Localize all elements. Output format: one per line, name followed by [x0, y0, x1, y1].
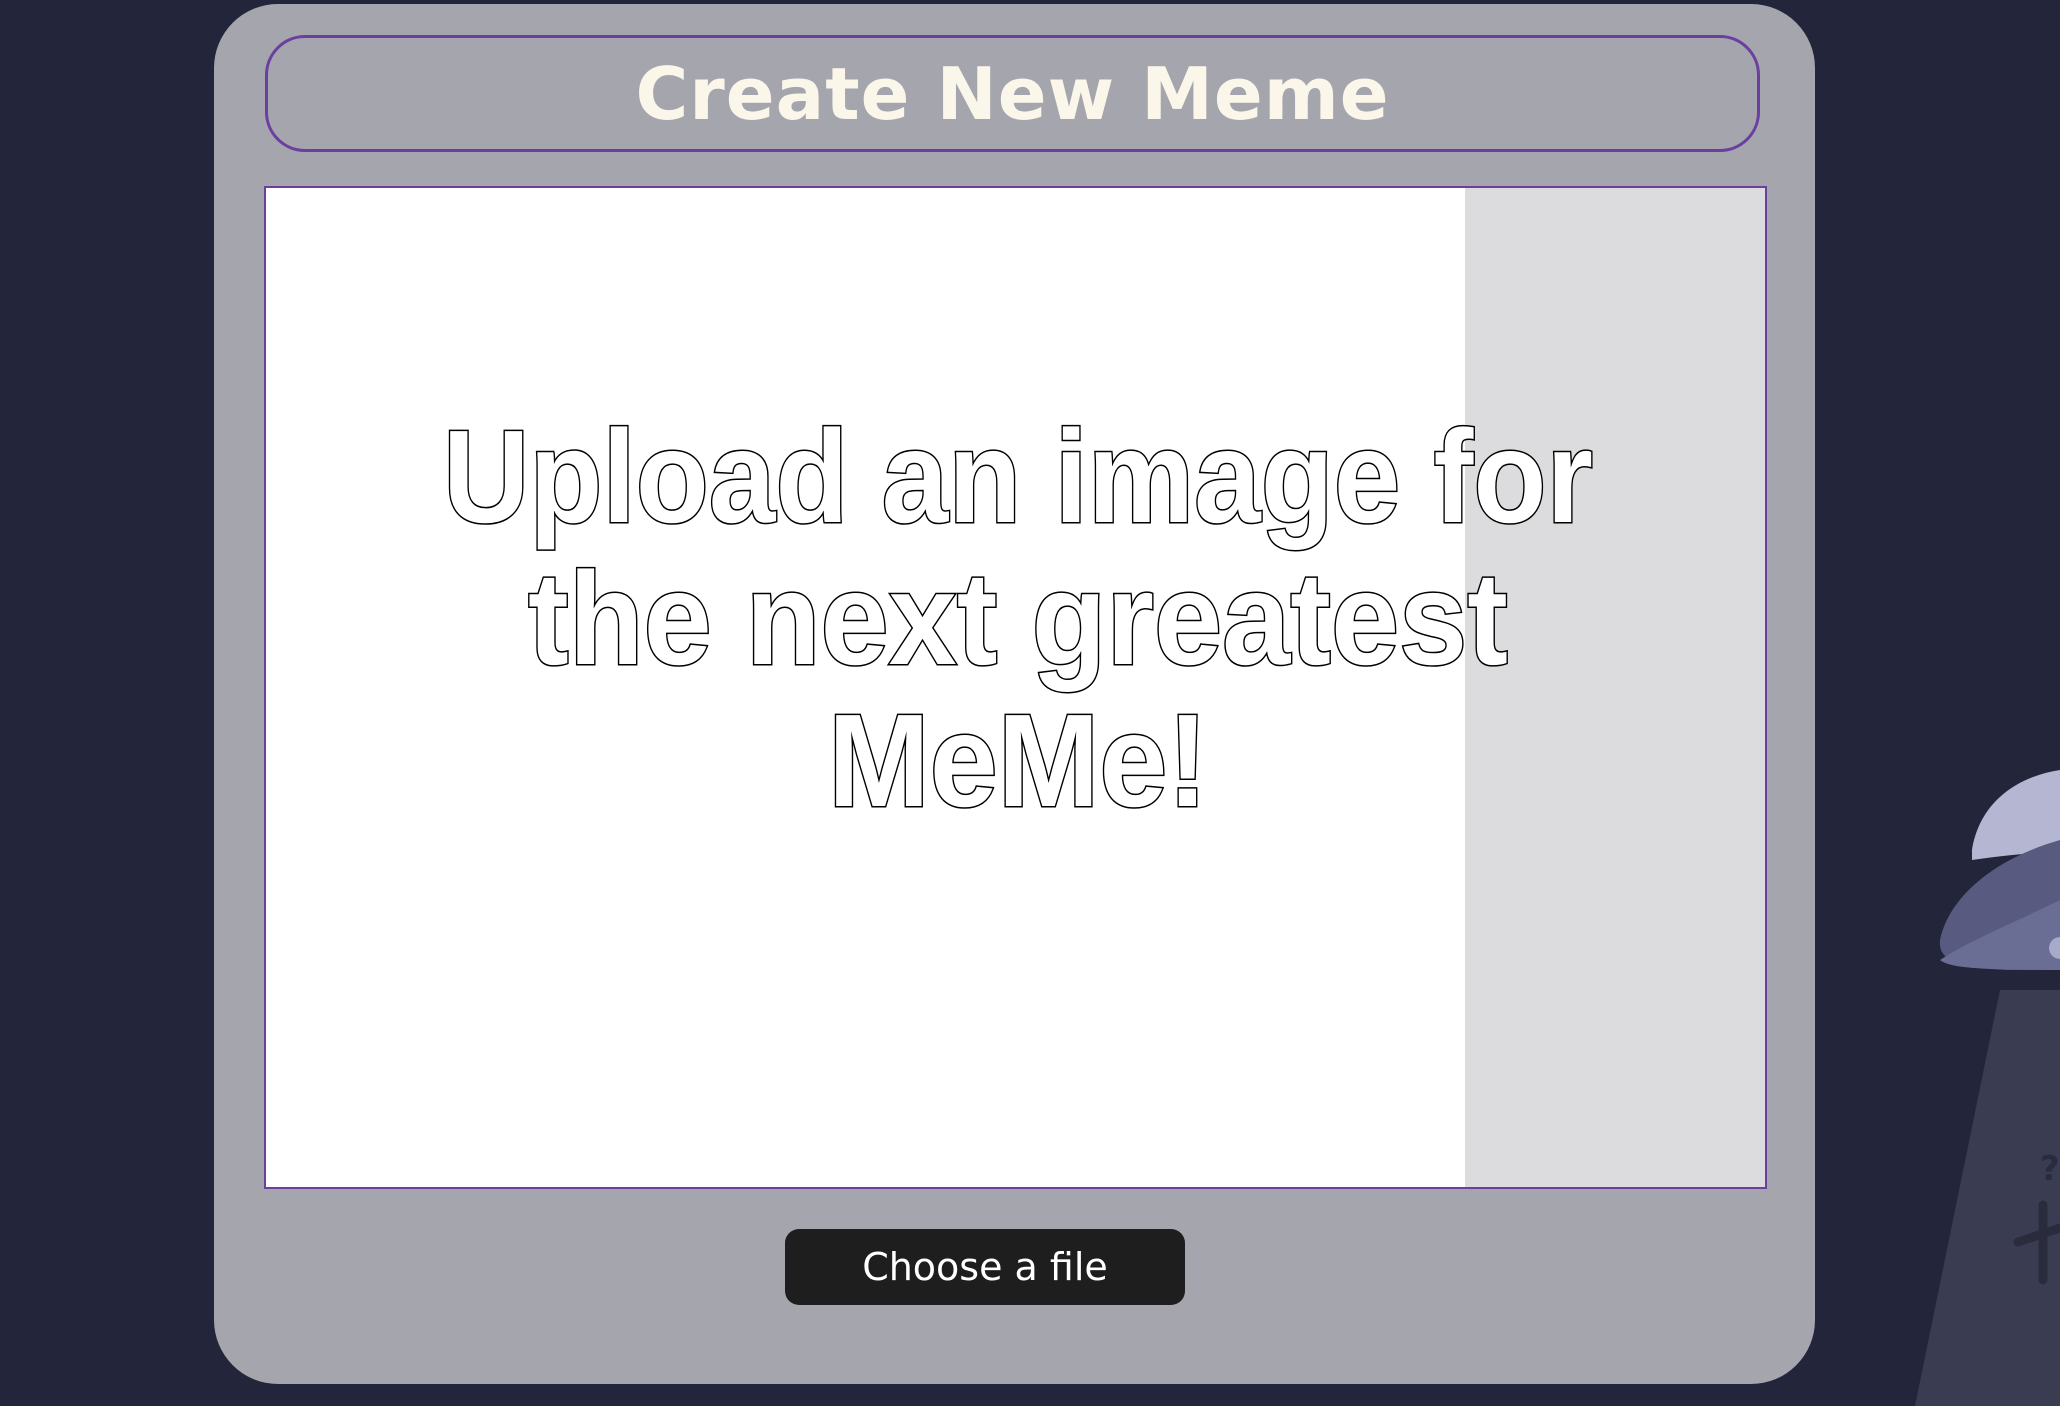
- page-title: Create New Meme: [635, 51, 1390, 136]
- meme-canvas[interactable]: Upload an image for the next greatest Me…: [264, 186, 1767, 1189]
- ufo-question-mark: ?: [2040, 1149, 2060, 1189]
- placeholder-line-1: Upload an image for: [443, 403, 1593, 550]
- ufo-illustration: ?: [1915, 770, 2060, 1406]
- meme-editor-panel: Create New Meme Upload an image for the …: [214, 4, 1815, 1384]
- choose-file-button[interactable]: Choose a file: [785, 1229, 1185, 1305]
- placeholder-text: Upload an image for the next greatest Me…: [442, 402, 1595, 836]
- title-box: Create New Meme: [265, 35, 1760, 152]
- placeholder-line-2: the next greatest: [528, 545, 1508, 692]
- ufo-light-beam: [1915, 990, 2060, 1406]
- placeholder-line-3: MeMe!: [828, 687, 1208, 834]
